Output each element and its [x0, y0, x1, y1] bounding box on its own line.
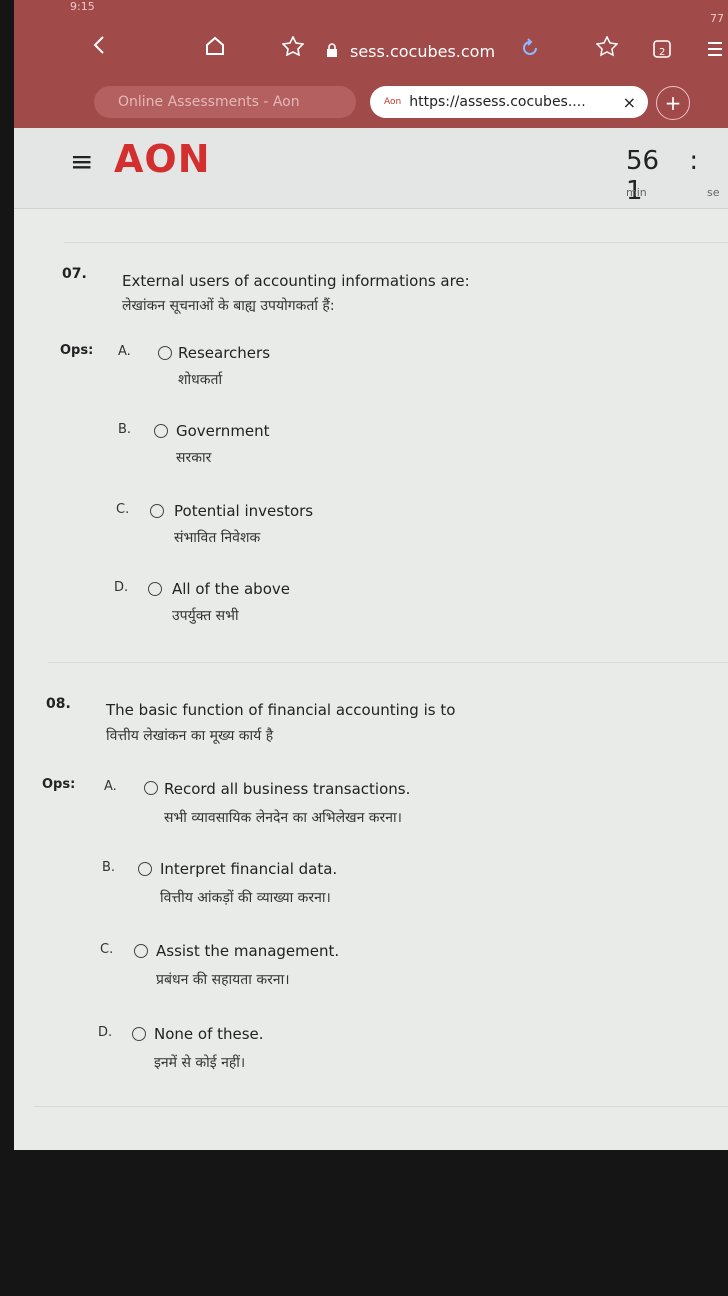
- star-icon[interactable]: [281, 35, 305, 59]
- aon-logo: AON: [114, 137, 211, 181]
- option-letter: D.: [114, 580, 129, 595]
- option-radio[interactable]: [158, 346, 172, 360]
- tab-label: https://assess.cocubes....: [409, 94, 586, 110]
- reload-icon[interactable]: [520, 38, 540, 61]
- option-radio[interactable]: [148, 582, 162, 596]
- lock-icon: [326, 40, 338, 60]
- home-icon[interactable]: [204, 36, 226, 59]
- option-radio[interactable]: [150, 504, 164, 518]
- question-text-en: External users of accounting information…: [122, 272, 470, 290]
- option-radio[interactable]: [144, 781, 158, 795]
- section-divider: [48, 662, 728, 663]
- option-text-hi: इनमें से कोई नहीं।: [154, 1055, 246, 1071]
- timer-sec-label: se: [707, 186, 720, 199]
- options-label: Ops:: [42, 777, 76, 792]
- option-radio[interactable]: [138, 862, 152, 876]
- back-icon[interactable]: [92, 34, 106, 59]
- question-number: 07.: [62, 266, 87, 282]
- option-text-en[interactable]: All of the above: [172, 580, 290, 598]
- option-text-en[interactable]: Government: [176, 422, 270, 440]
- option-radio[interactable]: [154, 424, 168, 438]
- option-text-en[interactable]: Assist the management.: [156, 942, 339, 960]
- option-letter: D.: [98, 1025, 113, 1040]
- option-text-en[interactable]: Researchers: [178, 344, 270, 362]
- option-radio[interactable]: [132, 1027, 146, 1041]
- question-number: 08.: [46, 696, 71, 712]
- option-letter: C.: [116, 502, 130, 517]
- tab-cocubes-active[interactable]: Aon https://assess.cocubes.... ×: [370, 86, 648, 118]
- question-text-en: The basic function of financial accounti…: [106, 701, 456, 719]
- close-tab-icon[interactable]: ×: [623, 93, 636, 112]
- aon-favicon: Aon: [384, 97, 402, 107]
- tab-count: 2: [659, 47, 666, 58]
- question-text-hi: लेखांकन सूचनाओं के बाह्य उपयोगकर्ता हैं:: [122, 298, 335, 314]
- question-text-hi: वित्तीय लेखांकन का मूख्य कार्य है: [106, 728, 274, 744]
- option-letter: A.: [104, 779, 117, 794]
- hamburger-menu-icon[interactable]: ≡: [70, 145, 93, 178]
- status-time: 9:15: [70, 0, 95, 13]
- timer-separator: :: [689, 146, 699, 176]
- section-divider: [34, 1106, 728, 1107]
- timer-minutes: 56: [626, 146, 660, 176]
- phone-screen: 9:15 77 sess.cocubes.com 2 Online Assess…: [14, 0, 728, 1150]
- bookmarks-icon[interactable]: [595, 35, 619, 61]
- tab-online-assessments[interactable]: Online Assessments - Aon: [94, 86, 356, 118]
- option-text-hi: प्रबंधन की सहायता करना।: [156, 972, 290, 988]
- option-letter: C.: [100, 942, 114, 957]
- option-text-hi: उपर्युक्त सभी: [172, 608, 239, 624]
- browser-chrome: 9:15 77 sess.cocubes.com 2 Online Assess…: [14, 0, 728, 128]
- option-text-en[interactable]: None of these.: [154, 1025, 264, 1043]
- new-tab-button[interactable]: +: [656, 86, 690, 120]
- option-text-hi: वित्तीय आंकड़ों की व्याख्या करना।: [160, 890, 331, 906]
- option-letter: B.: [118, 422, 132, 437]
- option-text-hi: सभी व्यावसायिक लेनदेन का अभिलेखन करना।: [164, 810, 402, 826]
- option-text-en[interactable]: Potential investors: [174, 502, 313, 520]
- option-text-en[interactable]: Interpret financial data.: [160, 860, 337, 878]
- option-text-hi: संभावित निवेशक: [174, 530, 261, 546]
- address-bar-url[interactable]: sess.cocubes.com: [350, 42, 495, 61]
- options-label: Ops:: [60, 343, 94, 358]
- option-letter: A.: [118, 344, 131, 359]
- section-divider: [64, 242, 728, 243]
- status-signal: 77: [710, 12, 724, 25]
- option-radio[interactable]: [134, 944, 148, 958]
- option-letter: B.: [102, 860, 116, 875]
- option-text-en[interactable]: Record all business transactions.: [164, 780, 410, 798]
- option-text-hi: सरकार: [176, 450, 212, 466]
- tab-label: Online Assessments - Aon: [118, 94, 300, 110]
- menu-icon[interactable]: [708, 40, 722, 61]
- option-text-hi: शोधकर्ता: [178, 372, 223, 388]
- timer-min-label: min: [626, 186, 647, 199]
